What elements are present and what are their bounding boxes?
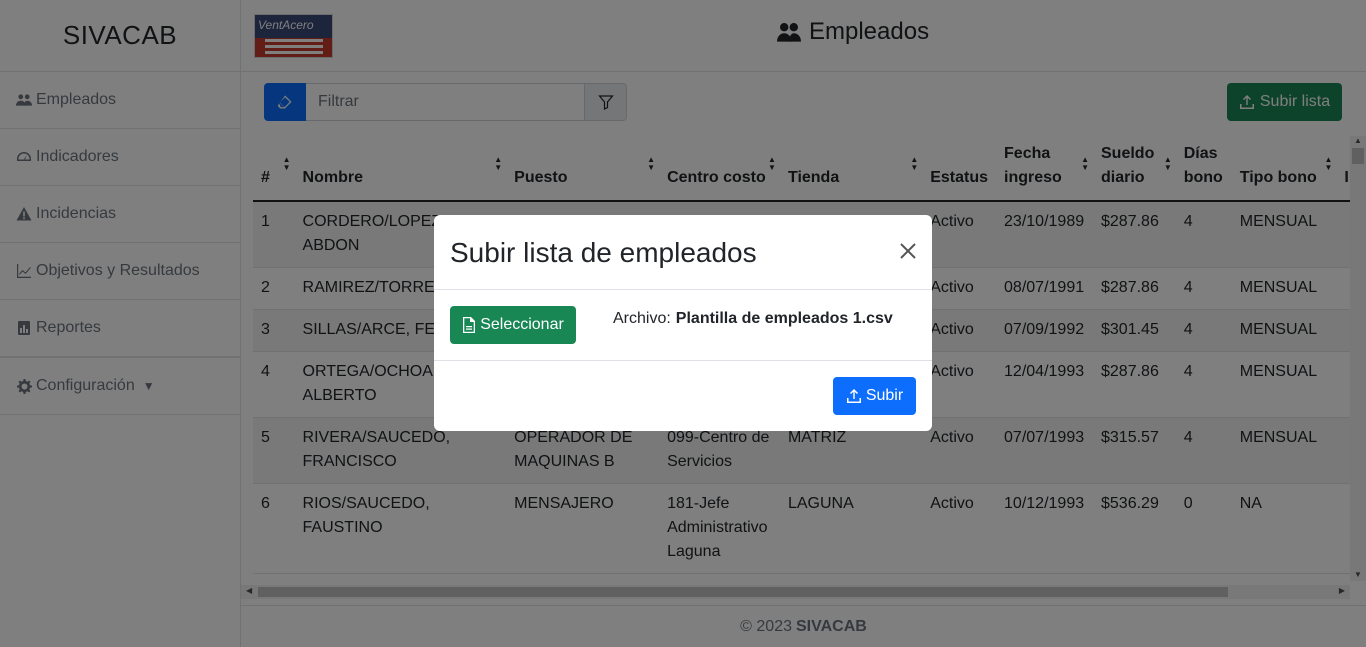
select-file-button[interactable]: Seleccionar <box>450 306 576 344</box>
modal-header: Subir lista de empleados <box>434 215 932 290</box>
file-label: Archivo: <box>613 310 671 327</box>
file-name: Plantilla de empleados 1.csv <box>675 310 893 327</box>
upload-modal: Subir lista de empleados Seleccionar Arc… <box>434 215 932 431</box>
close-button[interactable] <box>898 241 918 261</box>
upload-icon <box>846 389 861 403</box>
close-icon <box>900 243 916 259</box>
file-icon <box>463 317 476 333</box>
modal-body: Seleccionar Archivo: Plantilla de emplea… <box>434 290 932 361</box>
modal-title: Subir lista de empleados <box>450 237 757 268</box>
file-info: Archivo: Plantilla de empleados 1.csv <box>613 310 893 328</box>
submit-button[interactable]: Subir <box>833 377 916 415</box>
